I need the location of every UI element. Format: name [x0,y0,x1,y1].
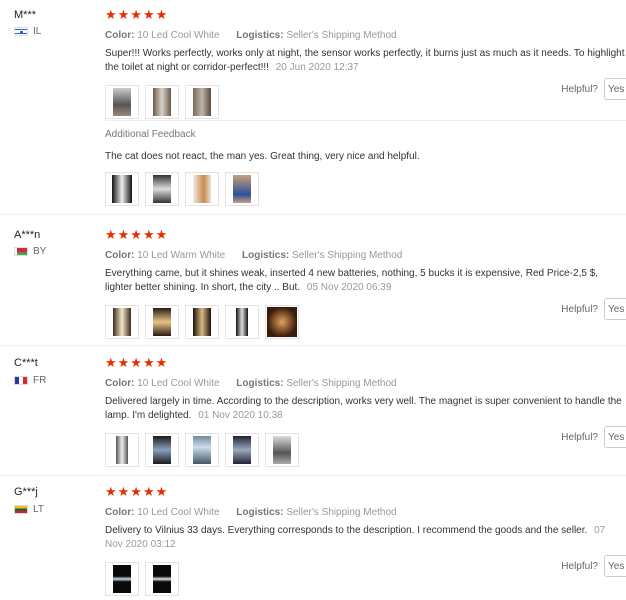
flag-fr-icon [14,376,28,385]
reviewer-country: IL [14,26,41,37]
review-meta: Color: 10 Led Warm White Logistics: Sell… [105,250,626,262]
logistics-value: Seller's Shipping Method [286,378,397,389]
country-code: BY [33,246,47,257]
flag-by-icon [14,247,28,256]
helpful-yes-button[interactable]: Yes [604,555,626,577]
helpful-yes-button[interactable]: Yes [604,298,626,320]
review-photo[interactable] [225,433,259,467]
review-photo[interactable] [105,172,139,206]
review-photo[interactable] [265,433,299,467]
color-value: 10 Led Warm White [137,250,226,261]
country-code: FR [33,375,47,386]
review-photo[interactable] [185,172,219,206]
divider [105,120,626,121]
review-photo[interactable] [225,305,259,339]
color-label: Color: [105,30,135,41]
review-photo[interactable] [145,305,179,339]
logistics-label: Logistics: [236,378,284,389]
review-photo[interactable] [145,172,179,206]
review-photo[interactable] [185,433,219,467]
reviewer-country: FR [14,375,46,386]
rating-stars: ★★★★★ [105,7,169,22]
review-photos [105,433,626,467]
color-value: 10 Led Cool White [137,507,220,518]
review-body: Delivery to Vilnius 33 days. Everything … [105,525,588,536]
review-date: 01 Nov 2020 10:38 [198,410,283,421]
divider [0,214,626,215]
helpful-yes-button[interactable]: Yes [604,426,626,448]
color-label: Color: [105,507,135,518]
rating-stars: ★★★★★ [105,355,169,370]
logistics-value: Seller's Shipping Method [286,30,397,41]
color-value: 10 Led Cool White [137,378,220,389]
logistics-label: Logistics: [236,30,284,41]
color-label: Color: [105,250,135,261]
helpful-label: Helpful? [561,303,598,315]
helpful-group: Helpful? Yes [561,78,626,100]
review-text: Delivered largely in time. According to … [105,395,625,423]
review-photo[interactable] [265,305,299,339]
additional-feedback-photos [105,172,626,206]
review-photo[interactable] [105,305,139,339]
reviewer-name: C***t [14,357,38,369]
additional-feedback-text: The cat does not react, the man yes. Gre… [105,151,420,162]
logistics-value: Seller's Shipping Method [292,250,403,261]
review-photo[interactable] [105,562,139,596]
review-photos [105,562,626,596]
review-photo[interactable] [105,433,139,467]
color-label: Color: [105,378,135,389]
reviewer-name: G***j [14,486,38,498]
review-text: Super!!! Works perfectly, works only at … [105,47,625,75]
review-photo[interactable] [145,562,179,596]
helpful-group: Helpful? Yes [561,426,626,448]
rating-stars: ★★★★★ [105,227,169,242]
divider [0,475,626,476]
review-photos [105,305,626,339]
helpful-group: Helpful? Yes [561,555,626,577]
review-body: Delivered largely in time. According to … [105,396,622,421]
helpful-label: Helpful? [561,431,598,443]
reviewer-country: LT [14,504,44,515]
logistics-label: Logistics: [242,250,290,261]
review-photo[interactable] [185,305,219,339]
review-photo[interactable] [105,85,139,119]
review-photo[interactable] [145,85,179,119]
color-value: 10 Led Cool White [137,30,220,41]
review-photos [105,85,626,119]
review-text: Delivery to Vilnius 33 days. Everything … [105,524,625,552]
reviewer-name: A***n [14,229,41,241]
review-date: 05 Nov 2020 06:39 [306,282,392,293]
helpful-label: Helpful? [561,560,598,572]
country-code: IL [33,26,42,37]
review-body: Super!!! Works perfectly, works only at … [105,48,625,73]
review-meta: Color: 10 Led Cool White Logistics: Sell… [105,30,626,42]
logistics-label: Logistics: [236,507,284,518]
review-photo[interactable] [145,433,179,467]
review-date: 20 Jun 2020 12:37 [275,62,359,73]
review-photo[interactable] [225,172,259,206]
review-meta: Color: 10 Led Cool White Logistics: Sell… [105,507,626,519]
country-code: LT [33,504,44,515]
divider [0,345,626,346]
logistics-value: Seller's Shipping Method [286,507,397,518]
flag-il-icon [14,27,28,36]
reviewer-name: M*** [14,9,37,21]
helpful-yes-button[interactable]: Yes [604,78,626,100]
helpful-label: Helpful? [561,83,598,95]
review-meta: Color: 10 Led Cool White Logistics: Sell… [105,378,626,390]
reviewer-country: BY [14,246,46,257]
flag-lt-icon [14,505,28,514]
additional-feedback-label: Additional Feedback [105,129,196,140]
review-photo[interactable] [185,85,219,119]
rating-stars: ★★★★★ [105,484,169,499]
helpful-group: Helpful? Yes [561,298,626,320]
review-text: Everything came, but it shines weak, ins… [105,267,625,295]
